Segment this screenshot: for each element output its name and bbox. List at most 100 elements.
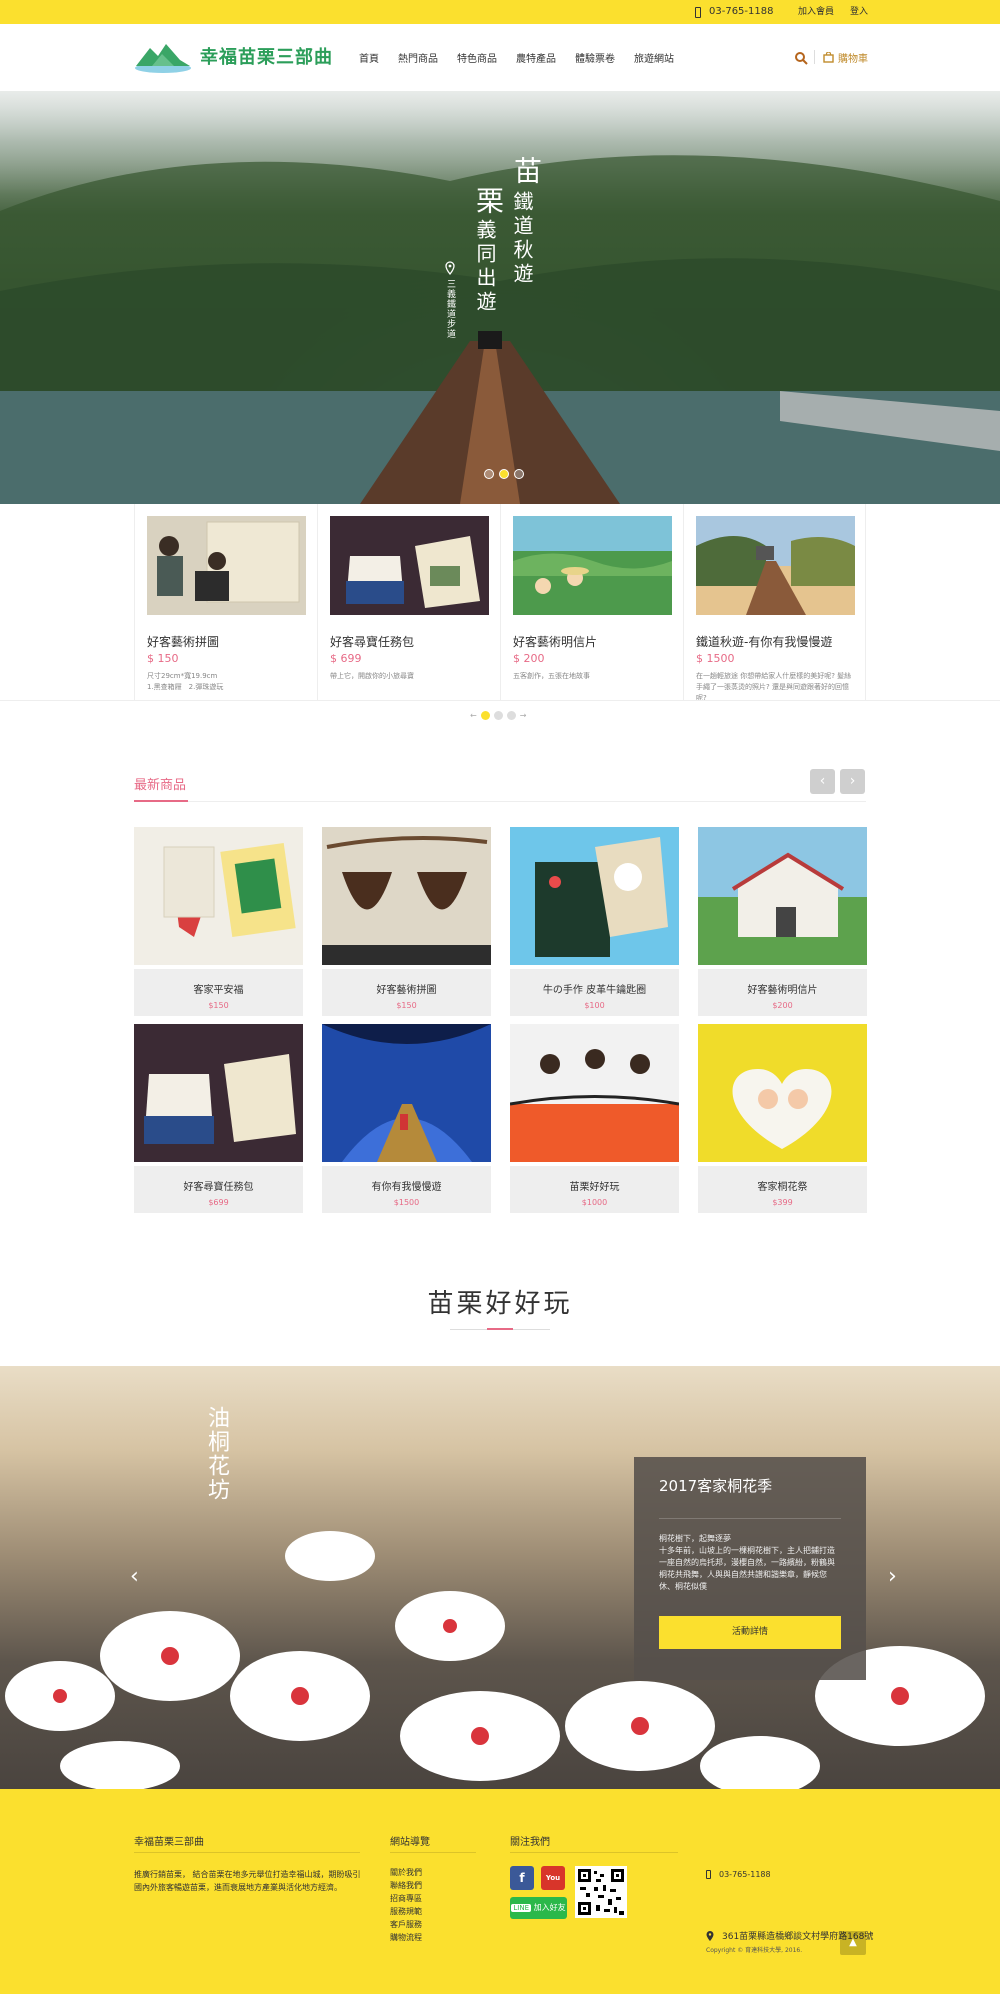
hero-dot-1[interactable] (484, 469, 494, 479)
youtube-icon[interactable]: You (541, 1866, 565, 1890)
footer-phone: 03-765-1188 (706, 1870, 771, 1879)
product-image (134, 827, 303, 965)
product-price: $150 (208, 1001, 229, 1010)
fun-title-line-accent (487, 1328, 513, 1330)
product-image (322, 1024, 491, 1162)
logo-text: 幸福苗栗三部曲 (200, 47, 333, 68)
hero-title-line-2: 鐵道秋遊 (510, 191, 534, 287)
new-products-grid: 客家平安福 $150 好客藝術拼圖 $150 牛の手作 皮革牛鑰匙圈 $100 (134, 827, 867, 1213)
event-info-box: 2017客家桐花季 桐花樹下，起舞逐夢 十多年前，山坡上的一棵桐花樹下，主人把鋪… (634, 1457, 866, 1680)
search-icon[interactable] (794, 51, 808, 65)
footer-link[interactable]: 客戶服務 (390, 1918, 422, 1931)
featured-card[interactable]: 好客尋寶任務包 $ 699 帶上它，開啟你的小旅尋寶 (317, 504, 500, 700)
line-add-friend-label: 加入好友 (533, 1903, 566, 1912)
product-card[interactable]: 有你有我慢慢遊 $1500 (322, 1024, 491, 1213)
top-phone-number: 03-765-1188 (709, 6, 774, 17)
featured-dot-1[interactable] (480, 711, 490, 720)
nav-home[interactable]: 首頁 (359, 50, 379, 65)
header-divider (814, 50, 815, 64)
product-info: 好客藝術明信片 $200 (698, 969, 867, 1016)
new-products-line-accent (134, 800, 188, 802)
featured-dot-3[interactable] (506, 711, 516, 720)
nav-hot[interactable]: 熱門商品 (398, 50, 438, 65)
featured-divider (0, 700, 1000, 701)
featured-card[interactable]: 好客藝術拼圖 $ 150 尺寸29cm*寬19.9cm 1.黑查箱屜 2.彈珠遊… (134, 504, 317, 700)
product-name: 客家桐花祭 (757, 1182, 808, 1193)
product-card[interactable]: 客家平安福 $150 (134, 827, 303, 1016)
line-icon: LINE (511, 1904, 532, 1912)
logo[interactable]: 幸福苗栗三部曲 (134, 38, 333, 74)
product-card[interactable]: 客家桐花祭 $399 (698, 1024, 867, 1213)
facebook-icon[interactable]: f (510, 1866, 534, 1890)
footer: 幸福苗栗三部曲 推廣行銷苗栗， 結合苗栗在地多元舉位打造幸福山城，期盼吸引國內外… (0, 1789, 1000, 1994)
product-image (322, 827, 491, 965)
join-member-link[interactable]: 加入會員 (798, 0, 834, 24)
product-name: 客家平安福 (193, 985, 244, 996)
product-price: $150 (396, 1001, 417, 1010)
featured-desc: 五客創作，五張在地故事 (513, 672, 590, 680)
cart-button[interactable]: 購物車 (823, 50, 868, 65)
new-products-prev-button[interactable]: ‹ (810, 769, 835, 794)
featured-dot-2[interactable] (493, 711, 503, 720)
featured-card[interactable]: 好客藝術明信片 $ 200 五客創作，五張在地故事 (500, 504, 683, 700)
line-add-friend-button[interactable]: LINE 加入好友 (510, 1897, 567, 1919)
phone-icon (706, 1870, 711, 1879)
featured-name: 鐵道秋遊-有你有我慢慢遊 (696, 635, 833, 649)
hero-dot-2[interactable] (499, 469, 509, 479)
location-pin-icon (445, 261, 455, 275)
qr-code (575, 1866, 627, 1918)
product-card[interactable]: 好客藝術拼圖 $150 (322, 827, 491, 1016)
product-card[interactable]: 牛の手作 皮革牛鑰匙圈 $100 (510, 827, 679, 1016)
new-products-next-button[interactable]: › (840, 769, 865, 794)
product-info: 有你有我慢慢遊 $1500 (322, 1166, 491, 1213)
new-products-title: 最新商品 (134, 778, 187, 793)
banner-next-arrow[interactable]: › (888, 1564, 897, 1589)
hero-dot-3[interactable] (514, 469, 524, 479)
nav-tickets[interactable]: 體驗票卷 (575, 50, 615, 65)
product-price: $1000 (581, 1198, 608, 1207)
event-details-button[interactable]: 活動詳情 (659, 1616, 841, 1649)
nav-farm[interactable]: 農特產品 (516, 50, 556, 65)
featured-next-arrow[interactable]: → (520, 711, 527, 720)
featured-desc: 帶上它，開啟你的小旅尋寶 (330, 672, 414, 680)
hero-railway-image (0, 155, 1000, 504)
product-name: 牛の手作 皮革牛鑰匙圈 (542, 985, 647, 996)
back-to-top-button[interactable]: ▲ (840, 1931, 866, 1955)
product-price: $100 (584, 1001, 605, 1010)
footer-link[interactable]: 招商專區 (390, 1892, 422, 1905)
featured-carousel: 好客藝術拼圖 $ 150 尺寸29cm*寬19.9cm 1.黑查箱屜 2.彈珠遊… (134, 504, 866, 702)
nav-travel[interactable]: 旅遊網站 (634, 50, 674, 65)
product-card[interactable]: 好客尋寶任務包 $699 (134, 1024, 303, 1213)
footer-link[interactable]: 服務規範 (390, 1905, 422, 1918)
banner-prev-arrow[interactable]: ‹ (130, 1564, 139, 1589)
footer-about-text: 推廣行銷苗栗， 結合苗栗在地多元舉位打造幸福山城，期盼吸引國內外旅客暢遊苗栗，進… (134, 1870, 361, 1892)
main-nav: 首頁 熱門商品 特色商品 農特產品 體驗票卷 旅遊網站 (359, 50, 693, 65)
product-info: 苗栗好好玩 $1000 (510, 1166, 679, 1213)
product-info: 客家平安福 $150 (134, 969, 303, 1016)
product-price: $399 (772, 1198, 793, 1207)
footer-link[interactable]: 聯絡我們 (390, 1879, 422, 1892)
event-divider (659, 1518, 841, 1519)
banner-logo: 油桐花坊 (204, 1406, 229, 1502)
product-price: $200 (772, 1001, 793, 1010)
footer-link[interactable]: 購物流程 (390, 1931, 422, 1944)
hero-title-line-4: 義同出遊 (473, 219, 497, 315)
event-banner[interactable]: 油桐花坊 ‹ › 2017客家桐花季 桐花樹下，起舞逐夢 十多年前，山坡上的一棵… (0, 1366, 1000, 1789)
new-products-line (134, 801, 866, 802)
footer-link[interactable]: 關於我們 (390, 1866, 422, 1879)
cart-label: 購物車 (838, 54, 868, 65)
shopping-bag-icon (823, 52, 834, 63)
product-image (698, 827, 867, 965)
product-card[interactable]: 苗栗好好玩 $1000 (509, 1024, 680, 1213)
product-card[interactable]: 好客藝術明信片 $200 (698, 827, 867, 1016)
featured-image-puzzle (147, 516, 306, 615)
event-description: 桐花樹下，起舞逐夢 十多年前，山坡上的一棵桐花樹下，主人把鋪打造一座自然的烏托邦… (659, 1534, 835, 1591)
product-name: 好客藝術拼圖 (376, 985, 437, 996)
featured-card[interactable]: 鐵道秋遊-有你有我慢慢遊 $ 1500 在一趟輕旅途 你想帶給家人什麼樣的美好呢… (683, 504, 866, 702)
hero-slider[interactable]: 苗 鐵道秋遊 栗 義同出遊 三義鐵道步道 (0, 91, 1000, 504)
login-link[interactable]: 登入 (850, 0, 868, 24)
featured-desc: 尺寸29cm*寬19.9cm 1.黑查箱屜 2.彈珠遊玩 (147, 672, 224, 691)
featured-prev-arrow[interactable]: ← (470, 711, 477, 720)
nav-featured[interactable]: 特色商品 (457, 50, 497, 65)
footer-nav-line (390, 1852, 476, 1853)
